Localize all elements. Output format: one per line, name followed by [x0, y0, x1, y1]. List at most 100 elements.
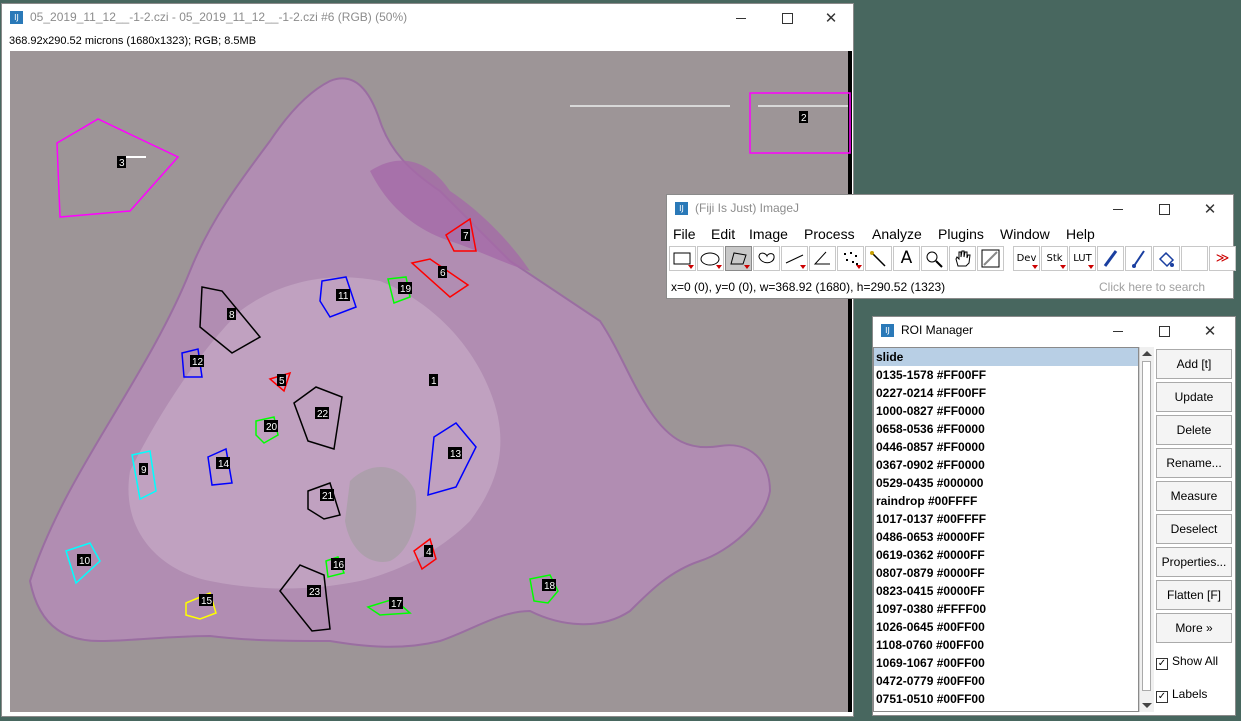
wand-tool[interactable] [865, 246, 892, 271]
close-button[interactable]: ✕ [1187, 317, 1233, 345]
stk-icon: Stk [1046, 253, 1063, 264]
menu-help[interactable]: Help [1066, 226, 1095, 242]
menu-process[interactable]: Process [804, 226, 855, 242]
menu-plugins[interactable]: Plugins [938, 226, 984, 242]
angle-tool[interactable] [809, 246, 836, 271]
magnifier-tool[interactable] [921, 246, 948, 271]
oval-tool[interactable] [697, 246, 724, 271]
rename-button[interactable]: Rename... [1156, 448, 1232, 478]
roi-list-item[interactable]: 0446-0857 #FF0000 [874, 438, 1138, 456]
roi-label: 23 [309, 587, 321, 598]
lut-menu-tool[interactable]: LUT [1069, 246, 1096, 271]
stk-menu-tool[interactable]: Stk [1041, 246, 1068, 271]
image-window: IJ 05_2019_11_12__-1-2.czi - 05_2019_11_… [1, 3, 854, 717]
properties-button[interactable]: Properties... [1156, 547, 1232, 577]
freehand-tool[interactable] [753, 246, 780, 271]
line-tool[interactable] [781, 246, 808, 271]
roi-manager-titlebar[interactable]: IJ ROI Manager ✕ [873, 317, 1235, 345]
roi-list-item[interactable]: 0619-0362 #0000FF [874, 546, 1138, 564]
roi-list-item[interactable]: 1108-0760 #00FF00 [874, 636, 1138, 654]
maximize-button[interactable] [1141, 195, 1187, 223]
roi-list-item[interactable]: slide [874, 348, 1138, 366]
text-tool[interactable]: A [893, 246, 920, 271]
scroll-down-icon[interactable] [1142, 703, 1152, 708]
menu-window[interactable]: Window [1000, 226, 1050, 242]
hand-tool[interactable] [949, 246, 976, 271]
wand-icon [870, 251, 886, 267]
more-button[interactable]: More » [1156, 613, 1232, 643]
roi-list-item[interactable]: 0823-0415 #0000FF [874, 582, 1138, 600]
roi-label: 4 [426, 547, 432, 558]
roi-list[interactable]: slide 0135-1578 #FF00FF 0227-0214 #FF00FF 1… [873, 347, 1139, 712]
menu-image[interactable]: Image [749, 226, 788, 242]
close-button[interactable]: ✕ [1187, 195, 1233, 223]
roi-list-item[interactable]: 0486-0653 #0000FF [874, 528, 1138, 546]
labels-label: Labels [1172, 687, 1208, 701]
scroll-thumb[interactable] [1142, 361, 1151, 691]
roi-list-item[interactable]: 1069-1067 #00FF00 [874, 654, 1138, 672]
update-button[interactable]: Update [1156, 382, 1232, 412]
roi-label: 11 [338, 291, 349, 302]
roi-list-item[interactable]: 0472-0779 #00FF00 [874, 672, 1138, 690]
flatten-button[interactable]: Flatten [F] [1156, 580, 1232, 610]
roi-list-item[interactable]: 1017-0137 #00FFFF [874, 510, 1138, 528]
minimize-button[interactable] [718, 4, 764, 32]
deselect-button[interactable]: Deselect [1156, 514, 1232, 544]
blank-tool[interactable] [1181, 246, 1208, 271]
imagej-app-icon: IJ [881, 324, 894, 337]
minimize-button[interactable] [1095, 317, 1141, 345]
roi-label: 15 [201, 596, 213, 607]
roi-list-item[interactable]: 0529-0435 #000000 [874, 474, 1138, 492]
menu-file[interactable]: File [673, 226, 696, 242]
minimize-button[interactable] [1095, 195, 1141, 223]
labels-checkbox[interactable]: ✓ Labels [1156, 687, 1207, 703]
imagej-titlebar[interactable]: IJ (Fiji Is Just) ImageJ ✕ [667, 195, 1233, 223]
image-canvas[interactable]: 1234567891011121314151617181920212223 [10, 51, 852, 712]
roi-list-item[interactable]: 1000-0827 #FF0000 [874, 402, 1138, 420]
image-window-titlebar[interactable]: IJ 05_2019_11_12__-1-2.czi - 05_2019_11_… [2, 4, 853, 32]
maximize-icon [781, 13, 793, 24]
roi-list-scrollbar[interactable] [1139, 347, 1154, 712]
menu-edit[interactable]: Edit [711, 226, 735, 242]
roi-list-item[interactable]: 0367-0902 #FF0000 [874, 456, 1138, 474]
lut-icon: LUT [1073, 253, 1092, 264]
menu-bar: File Edit Image Process Analyze Plugins … [667, 224, 1233, 244]
menu-analyze[interactable]: Analyze [872, 226, 922, 242]
maximize-button[interactable] [1141, 317, 1187, 345]
color-picker-tool[interactable] [977, 246, 1004, 271]
angle-icon [813, 251, 830, 265]
measure-button[interactable]: Measure [1156, 481, 1232, 511]
rectangle-tool[interactable] [669, 246, 696, 271]
roi-list-item[interactable]: 1097-0380 #FFFF00 [874, 600, 1138, 618]
pencil-tool[interactable] [1097, 246, 1124, 271]
roi-label: 5 [279, 376, 285, 387]
flood-fill-icon [1158, 251, 1175, 268]
polygon-tool[interactable] [725, 246, 752, 271]
roi-list-item[interactable]: 0227-0214 #FF00FF [874, 384, 1138, 402]
delete-button[interactable]: Delete [1156, 415, 1232, 445]
close-button[interactable]: ✕ [808, 4, 854, 32]
roi-label: 22 [317, 409, 329, 420]
roi-list-item[interactable]: 1026-0645 #00FF00 [874, 618, 1138, 636]
scroll-up-icon[interactable] [1142, 351, 1152, 356]
roi-list-item[interactable]: 0807-0879 #0000FF [874, 564, 1138, 582]
roi-list-item[interactable]: 0658-0536 #FF0000 [874, 420, 1138, 438]
point-tool[interactable] [837, 246, 864, 271]
freehand-icon [758, 252, 775, 264]
roi-label: 3 [119, 158, 125, 169]
search-input[interactable]: Click here to search [1097, 277, 1234, 297]
more-tools-icon: ≫ [1215, 251, 1230, 266]
flood-fill-tool[interactable] [1153, 246, 1180, 271]
roi-label: 19 [400, 284, 412, 295]
roi-label: 20 [266, 422, 278, 433]
add-button[interactable]: Add [t] [1156, 349, 1232, 379]
imagej-app-icon: IJ [10, 11, 23, 24]
roi-list-item[interactable]: 0751-0510 #00FF00 [874, 690, 1138, 708]
maximize-button[interactable] [764, 4, 810, 32]
dev-menu-tool[interactable]: Dev [1013, 246, 1040, 271]
show-all-checkbox[interactable]: ✓ Show All [1156, 654, 1218, 670]
brush-tool[interactable] [1125, 246, 1152, 271]
roi-list-item[interactable]: 0135-1578 #FF00FF [874, 366, 1138, 384]
roi-list-item[interactable]: raindrop #00FFFF [874, 492, 1138, 510]
more-tools-button[interactable]: ≫ [1209, 246, 1236, 271]
